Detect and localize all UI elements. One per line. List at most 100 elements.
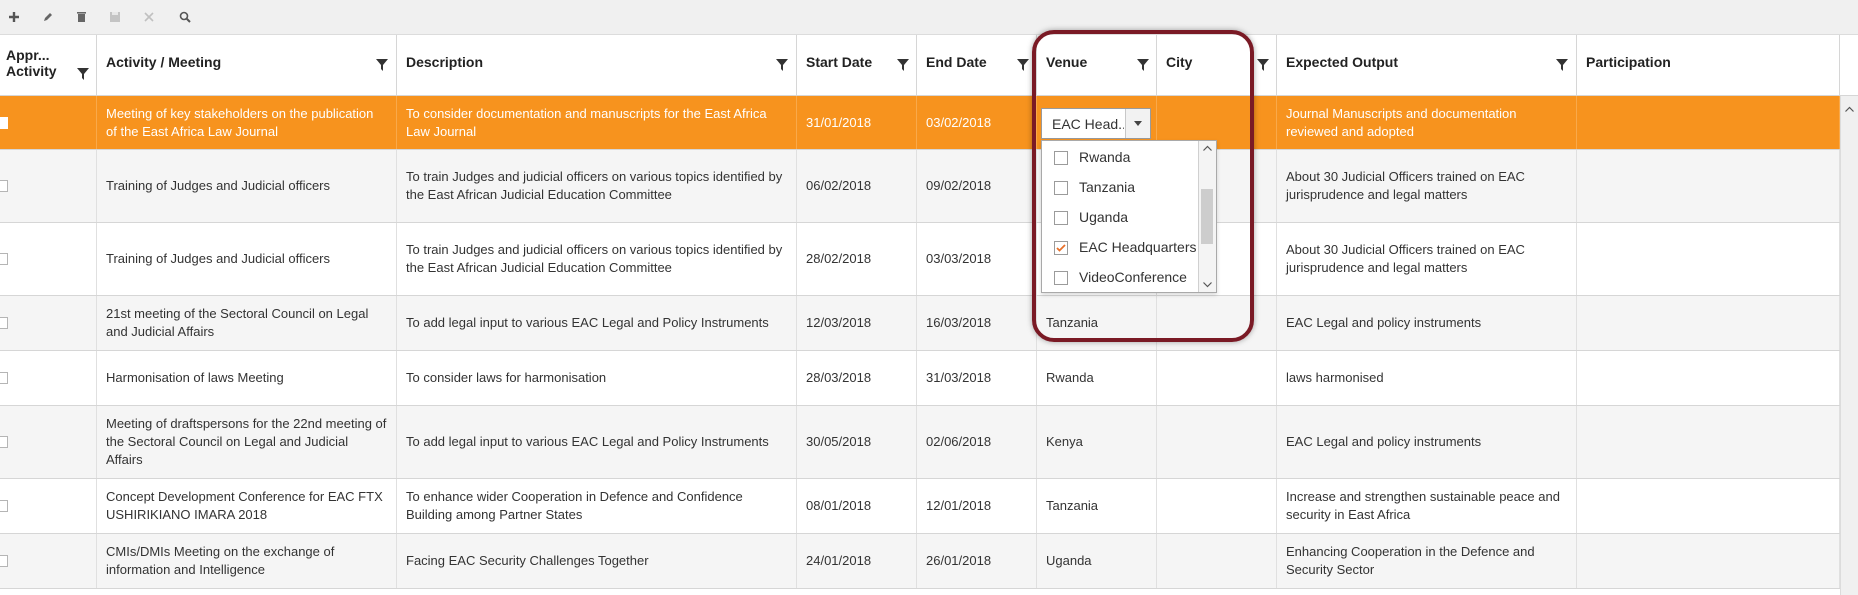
scroll-up-icon[interactable] [1845, 100, 1854, 115]
venue-option-checkbox[interactable] [1054, 271, 1068, 285]
cell-end-date[interactable]: 12/01/2018 [917, 479, 1037, 533]
cell-start-date[interactable]: 08/01/2018 [797, 479, 917, 533]
filter-icon[interactable] [1556, 59, 1568, 71]
cell-activity[interactable]: CMIs/DMIs Meeting on the exchange of inf… [97, 534, 397, 588]
cell-approve[interactable] [0, 534, 97, 588]
cell-activity[interactable]: Concept Development Conference for EAC F… [97, 479, 397, 533]
delete-icon[interactable] [72, 8, 90, 26]
venue-option-eac-headquarters[interactable]: EAC Headquarters [1054, 233, 1204, 263]
cell-approve[interactable] [0, 479, 97, 533]
approve-checkbox[interactable] [0, 436, 8, 448]
cell-city[interactable] [1157, 534, 1277, 588]
cell-end-date[interactable]: 03/03/2018 [917, 223, 1037, 295]
cell-end-date[interactable]: 31/03/2018 [917, 351, 1037, 405]
column-header-end-date[interactable]: End Date [917, 35, 1037, 95]
cell-participation[interactable] [1577, 96, 1840, 149]
cell-activity[interactable]: Meeting of key stakeholders on the publi… [97, 96, 397, 149]
cell-expected-output[interactable]: Increase and strengthen sustainable peac… [1277, 479, 1577, 533]
cell-start-date[interactable]: 06/02/2018 [797, 150, 917, 222]
cell-description[interactable]: To consider laws for harmonisation [397, 351, 797, 405]
cell-start-date[interactable]: 28/03/2018 [797, 351, 917, 405]
column-header-activity[interactable]: Activity / Meeting [97, 35, 397, 95]
cell-description[interactable]: To train Judges and judicial officers on… [397, 150, 797, 222]
column-header-approve[interactable]: Appr... Activity [0, 35, 97, 95]
cell-end-date[interactable]: 16/03/2018 [917, 296, 1037, 350]
add-icon[interactable] [5, 8, 23, 26]
cell-approve[interactable] [0, 223, 97, 295]
cell-description[interactable]: Facing EAC Security Challenges Together [397, 534, 797, 588]
cancel-icon[interactable] [140, 8, 158, 26]
cell-description[interactable]: To enhance wider Cooperation in Defence … [397, 479, 797, 533]
venue-option-checkbox[interactable] [1054, 181, 1068, 195]
cell-city[interactable] [1157, 296, 1277, 350]
cell-end-date[interactable]: 03/02/2018 [917, 96, 1037, 149]
cell-description[interactable]: To add legal input to various EAC Legal … [397, 296, 797, 350]
column-header-start-date[interactable]: Start Date [797, 35, 917, 95]
table-row[interactable]: CMIs/DMIs Meeting on the exchange of inf… [0, 534, 1840, 589]
chevron-down-icon[interactable] [1125, 109, 1150, 138]
cell-end-date[interactable]: 09/02/2018 [917, 150, 1037, 222]
venue-option-checkbox[interactable] [1054, 211, 1068, 225]
venue-option-checkbox-checked[interactable] [1054, 241, 1068, 255]
column-header-venue[interactable]: Venue [1037, 35, 1157, 95]
cell-start-date[interactable]: 31/01/2018 [797, 96, 917, 149]
approve-checkbox[interactable] [0, 317, 8, 329]
column-header-participation[interactable]: Participation [1577, 35, 1840, 95]
scroll-thumb[interactable] [1201, 189, 1213, 244]
cell-end-date[interactable]: 02/06/2018 [917, 406, 1037, 478]
approve-checkbox[interactable] [0, 253, 8, 265]
table-row[interactable]: Training of Judges and Judicial officers… [0, 223, 1840, 296]
venue-option-checkbox[interactable] [1054, 151, 1068, 165]
cell-description[interactable]: To add legal input to various EAC Legal … [397, 406, 797, 478]
cell-approve[interactable] [0, 351, 97, 405]
venue-option-videoconference[interactable]: VideoConference [1054, 263, 1204, 293]
vertical-scrollbar[interactable] [1840, 96, 1858, 595]
cell-start-date[interactable]: 30/05/2018 [797, 406, 917, 478]
cell-end-date[interactable]: 26/01/2018 [917, 534, 1037, 588]
venue-dropdown[interactable]: EAC Head... [1041, 108, 1151, 139]
cell-expected-output[interactable]: About 30 Judicial Officers trained on EA… [1277, 150, 1577, 222]
cell-participation[interactable] [1577, 479, 1840, 533]
cell-participation[interactable] [1577, 223, 1840, 295]
cell-approve[interactable] [0, 96, 97, 149]
cell-start-date[interactable]: 28/02/2018 [797, 223, 917, 295]
cell-activity[interactable]: Training of Judges and Judicial officers [97, 150, 397, 222]
approve-checkbox[interactable] [0, 555, 8, 567]
approve-checkbox[interactable] [0, 372, 8, 384]
cell-activity[interactable]: Meeting of draftspersons for the 22nd me… [97, 406, 397, 478]
search-icon[interactable] [176, 8, 194, 26]
table-row[interactable]: Meeting of draftspersons for the 22nd me… [0, 406, 1840, 479]
cell-venue[interactable]: Rwanda [1037, 351, 1157, 405]
approve-checkbox[interactable] [0, 116, 8, 129]
venue-list-scrollbar[interactable] [1198, 141, 1216, 292]
cell-approve[interactable] [0, 150, 97, 222]
filter-icon[interactable] [1257, 59, 1269, 71]
cell-expected-output[interactable]: EAC Legal and policy instruments [1277, 296, 1577, 350]
cell-description[interactable]: To train Judges and judicial officers on… [397, 223, 797, 295]
cell-expected-output[interactable]: About 30 Judicial Officers trained on EA… [1277, 223, 1577, 295]
cell-description[interactable]: To consider documentation and manuscript… [397, 96, 797, 149]
approve-checkbox[interactable] [0, 180, 8, 192]
table-row[interactable]: Training of Judges and Judicial officers… [0, 150, 1840, 223]
cell-city[interactable] [1157, 406, 1277, 478]
cell-expected-output[interactable]: laws harmonised [1277, 351, 1577, 405]
cell-city[interactable] [1157, 479, 1277, 533]
filter-icon[interactable] [897, 59, 909, 71]
cell-city[interactable] [1157, 351, 1277, 405]
column-header-city[interactable]: City [1157, 35, 1277, 95]
scroll-up-icon[interactable] [1203, 145, 1212, 151]
table-row[interactable]: Harmonisation of laws Meeting To consider… [0, 351, 1840, 406]
cell-venue[interactable]: Tanzania [1037, 479, 1157, 533]
cell-approve[interactable] [0, 296, 97, 350]
venue-option-tanzania[interactable]: Tanzania [1054, 173, 1204, 203]
filter-icon[interactable] [776, 59, 788, 71]
cell-participation[interactable] [1577, 534, 1840, 588]
filter-icon[interactable] [77, 68, 89, 80]
cell-participation[interactable] [1577, 351, 1840, 405]
filter-icon[interactable] [376, 59, 388, 71]
scroll-down-icon[interactable] [1203, 282, 1212, 288]
cell-venue[interactable]: Uganda [1037, 534, 1157, 588]
edit-icon[interactable] [39, 8, 57, 26]
cell-expected-output[interactable]: Journal Manuscripts and documentation re… [1277, 96, 1577, 149]
cell-venue[interactable]: Tanzania [1037, 296, 1157, 350]
